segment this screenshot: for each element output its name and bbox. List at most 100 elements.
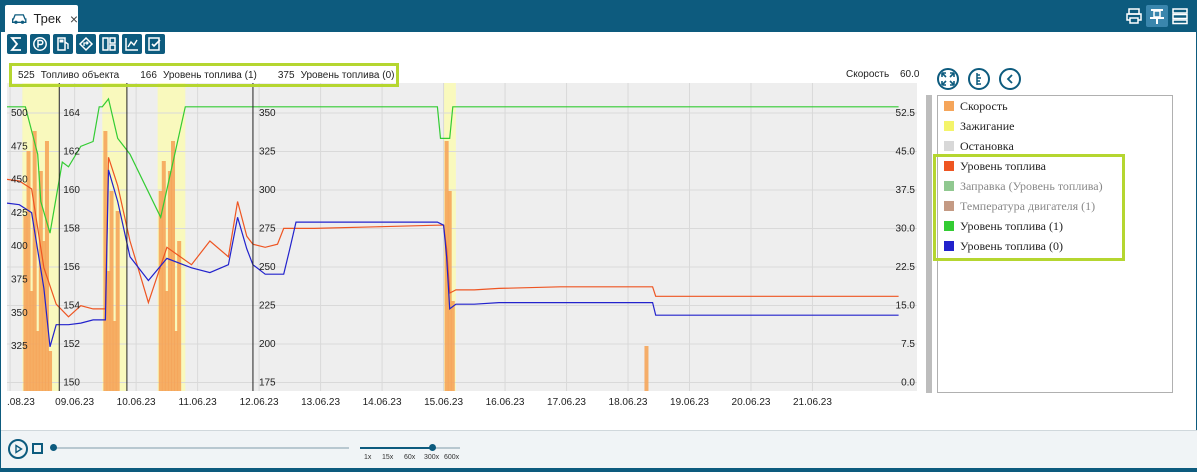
layout-icon [102, 37, 116, 51]
car-icon [11, 13, 27, 24]
axis-2-tick-5: 225 [259, 301, 276, 312]
print-button[interactable] [1123, 5, 1145, 27]
axis-1-tick-5: 154 [63, 301, 80, 312]
speed-tick-6: 7.5 [901, 339, 915, 350]
print-icon [1126, 8, 1142, 24]
list-button[interactable] [1169, 5, 1191, 27]
parking-button[interactable] [30, 34, 50, 54]
tab-title: Трек [33, 11, 61, 26]
fuel-button[interactable] [53, 34, 73, 54]
tab-bar: Трек × [1, 0, 1197, 32]
progress-track[interactable] [53, 447, 349, 449]
axis-2-tick-6: 200 [259, 339, 276, 350]
axis-1-tick-3: 158 [63, 224, 80, 235]
axis-1-tick-7: 150 [63, 378, 80, 389]
chart-icon [125, 38, 138, 51]
speed-tick-3: 30.0 [896, 224, 916, 235]
legend-item-fuel-level[interactable]: Уровень топлива [944, 157, 1046, 175]
speed-option-300x[interactable]: 300x [424, 454, 439, 461]
pin-button[interactable] [1146, 5, 1168, 27]
x-tick-12: 20.06.23 [732, 397, 771, 408]
play-button[interactable] [8, 439, 28, 459]
speed-option-60x[interactable]: 60x [404, 454, 415, 461]
x-tick-10: 18.06.23 [609, 397, 648, 408]
scale-icon [976, 73, 981, 85]
legend-item-ignition[interactable]: Зажигание [944, 117, 1014, 135]
fuel-icon [57, 37, 69, 51]
pin-icon [1150, 9, 1164, 24]
speed-handle[interactable] [429, 444, 436, 451]
x-tick-7: 15.06.23 [424, 397, 463, 408]
legend-top-value-1: 166 [140, 69, 157, 81]
legend-item-fuel-level-1[interactable]: Уровень топлива (1) [944, 217, 1063, 235]
tab-close-button[interactable]: × [70, 12, 78, 26]
legend-label: Скорость [960, 98, 1008, 113]
speed-fill [360, 447, 432, 449]
chart-area[interactable]: 500 475 450 425 400 375 350 325 164 162 160 158 156 1… [7, 61, 927, 411]
axis-2-tick-0: 350 [259, 108, 276, 119]
vertical-scrollbar[interactable] [926, 95, 932, 393]
speed-option-600x[interactable]: 600x [444, 454, 459, 461]
legend-top-label-2: Уровень топлива (0) [300, 69, 395, 81]
scale-button[interactable] [968, 68, 990, 90]
route-icon [78, 36, 94, 52]
layout-button[interactable] [99, 34, 119, 54]
legend-item-stop[interactable]: Остановка [944, 137, 1014, 155]
legend-top-value-0: 525 [18, 69, 35, 81]
legend-label: Уровень топлива (0) [960, 238, 1064, 253]
route-button[interactable] [76, 34, 96, 54]
speed-tick-7: 0.0 [901, 378, 915, 389]
x-tick-2: 10.06.23 [117, 397, 156, 408]
speed-bar-23 [450, 301, 455, 391]
progress-handle[interactable] [50, 444, 57, 451]
axis-0-tick-2: 450 [11, 175, 28, 186]
stop-button[interactable] [32, 443, 43, 454]
axis-0-tick-1: 475 [11, 141, 28, 152]
legend-top-label-0: Топливо объекта [40, 69, 120, 81]
report-icon [148, 37, 161, 51]
legend-item-engine-temp[interactable]: Температура двигателя (1) [944, 197, 1095, 215]
playback-bar: 1x 15x 60x 300x 600x [1, 430, 1197, 468]
speed-tick-2: 37.5 [896, 185, 916, 196]
plot-background [7, 83, 917, 391]
tab-track[interactable]: Трек × [5, 5, 78, 32]
back-button[interactable] [999, 68, 1021, 90]
axis-2-tick-3: 275 [259, 224, 276, 235]
play-icon [15, 444, 23, 454]
axis-0-tick-7: 325 [11, 341, 28, 352]
list-icon [1172, 8, 1188, 25]
speed-bar-13 [115, 211, 120, 391]
speed-bar-8 [48, 351, 53, 391]
parking-icon [33, 37, 47, 51]
speed-option-1x[interactable]: 1x [364, 454, 371, 461]
speed-option-15x[interactable]: 15x [382, 454, 393, 461]
legend-top-label-1: Уровень топлива (1) [162, 69, 257, 81]
speed-tick-5: 15.0 [896, 301, 916, 312]
sum-button[interactable] [7, 34, 27, 54]
legend-swatch [944, 221, 954, 231]
x-tick-8: 16.06.23 [486, 397, 525, 408]
scrollbar-thumb[interactable] [926, 95, 932, 393]
legend-item-speed[interactable]: Скорость [944, 97, 1008, 115]
speed-tick-1: 45.0 [896, 147, 916, 158]
x-tick-3: 11.06.23 [179, 397, 218, 408]
report-button[interactable] [145, 34, 165, 54]
axis-2-tick-1: 325 [259, 147, 276, 158]
x-tick-13: 21.06.23 [793, 397, 832, 408]
chart-button[interactable] [122, 34, 142, 54]
legend-item-refuel[interactable]: Заправка (Уровень топлива) [944, 177, 1103, 195]
expand-button[interactable] [937, 68, 959, 90]
legend-item-fuel-level-0[interactable]: Уровень топлива (0) [944, 237, 1063, 255]
x-tick-11: 19.06.23 [670, 397, 709, 408]
expand-icon [941, 72, 955, 86]
chart-top-legend: 525 Топливо объекта 166 Уровень топлива … [9, 63, 399, 87]
legend-label: Уровень топлива [960, 158, 1047, 173]
legend-label: Зажигание [960, 118, 1015, 133]
legend-swatch [944, 201, 954, 211]
legend-swatch [944, 141, 954, 151]
legend-swatch [944, 101, 954, 111]
legend-swatch [944, 241, 954, 251]
fuel-chart[interactable]: 500 475 450 425 400 375 350 325 164 162 160 158 156 1… [7, 61, 927, 411]
speed-tick-4: 22.5 [896, 262, 916, 273]
speed-axis-label: Скорость [846, 69, 890, 80]
